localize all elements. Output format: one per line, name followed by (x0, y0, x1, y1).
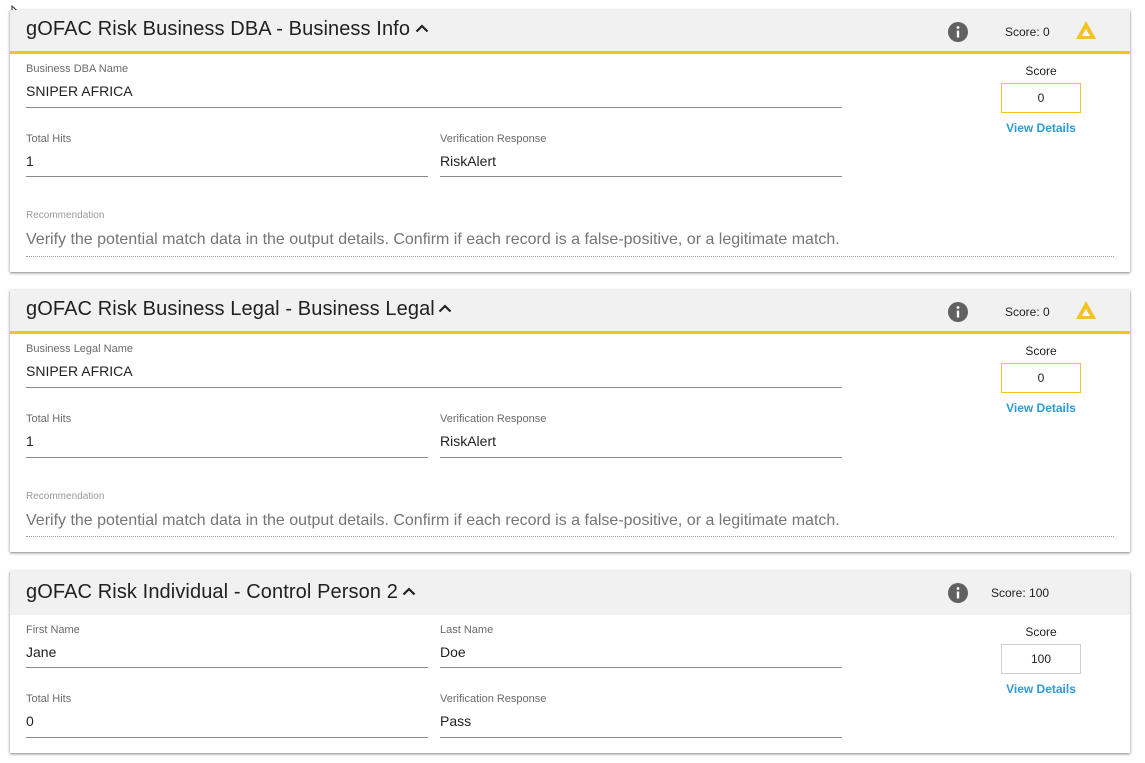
field-label: Verification Response (440, 693, 547, 705)
field-value: Verify the potential match data in the o… (26, 231, 840, 248)
total-hits-field[interactable]: Total Hits 1 (26, 413, 428, 458)
field-underline (26, 457, 428, 458)
field-underline (26, 737, 428, 738)
field-underline (440, 176, 842, 177)
field-value: Doe (440, 644, 466, 660)
card-title: gOFAC Risk Business Legal - Business Leg… (26, 298, 435, 320)
view-details-link[interactable]: View Details (995, 682, 1087, 696)
field-value: Pass (440, 713, 472, 729)
chevron-up-icon[interactable] (434, 298, 456, 320)
last-name-field[interactable]: Last Name Doe (440, 624, 842, 668)
card-header[interactable]: gOFAC Risk Business DBA - Business Info … (10, 10, 1130, 54)
score-label: Score (1025, 625, 1057, 639)
field-value: 1 (26, 433, 34, 449)
field-label: Recommendation (26, 210, 105, 221)
header-score-label: Score: 100 (991, 586, 1050, 600)
card-header[interactable]: gOFAC Risk Individual - Control Person 2… (10, 571, 1130, 615)
view-details-link[interactable]: View Details (995, 121, 1087, 135)
field-underline (26, 536, 1114, 537)
field-label: Total Hits (26, 413, 72, 425)
recommendation-field: Recommendation Verify the potential matc… (26, 491, 1114, 537)
view-details-link[interactable]: View Details (995, 401, 1087, 415)
field-label: Verification Response (440, 413, 547, 425)
card-title: gOFAC Risk Business DBA - Business Info (26, 18, 411, 40)
business-legal-name-field[interactable]: Business Legal Name SNIPER AFRICA (26, 343, 842, 388)
field-value: Verify the potential match data in the o… (26, 512, 840, 529)
business-dba-name-field[interactable]: Business DBA Name SNIPER AFRICA (26, 63, 842, 108)
field-value: RiskAlert (440, 433, 497, 449)
field-underline (26, 107, 842, 108)
first-name-field[interactable]: First Name Jane (26, 624, 428, 668)
field-value: 0 (26, 713, 34, 729)
chevron-up-icon[interactable] (411, 18, 433, 40)
info-icon[interactable] (947, 301, 969, 323)
field-value: 1 (26, 153, 34, 169)
field-label: Business DBA Name (26, 63, 129, 75)
field-label: Total Hits (26, 133, 72, 145)
field-underline (440, 737, 842, 738)
field-underline (26, 667, 428, 668)
field-value: Jane (26, 644, 57, 660)
header-score-label: Score: 0 (1005, 305, 1050, 319)
field-label: Verification Response (440, 133, 547, 145)
field-value: RiskAlert (440, 153, 497, 169)
verification-response-field[interactable]: Verification Response RiskAlert (440, 133, 842, 177)
header-score-label: Score: 0 (1005, 25, 1050, 39)
field-underline (440, 457, 842, 458)
verification-response-field[interactable]: Verification Response Pass (440, 693, 842, 738)
field-label: Total Hits (26, 693, 72, 705)
field-underline (440, 667, 842, 668)
score-label: Score (1025, 64, 1057, 78)
field-label: First Name (26, 624, 80, 636)
field-value: SNIPER AFRICA (26, 83, 133, 99)
card-title: gOFAC Risk Individual - Control Person 2 (26, 581, 398, 603)
total-hits-field[interactable]: Total Hits 0 (26, 693, 428, 738)
score-input[interactable]: 0 (1001, 83, 1081, 113)
ofac-card-business-legal: gOFAC Risk Business Legal - Business Leg… (10, 290, 1130, 552)
field-label: Business Legal Name (26, 343, 134, 355)
field-label: Recommendation (26, 491, 105, 502)
score-input[interactable]: 100 (1001, 644, 1081, 674)
field-underline (26, 256, 1114, 257)
field-value: SNIPER AFRICA (26, 363, 133, 379)
ofac-card-business-dba: gOFAC Risk Business DBA - Business Info … (10, 10, 1130, 272)
verification-response-field[interactable]: Verification Response RiskAlert (440, 413, 842, 458)
info-icon[interactable] (947, 582, 969, 604)
field-underline (26, 387, 842, 388)
ofac-card-control-person: gOFAC Risk Individual - Control Person 2… (10, 571, 1130, 753)
warning-icon (1076, 21, 1096, 39)
score-input[interactable]: 0 (1001, 363, 1081, 393)
warning-icon (1076, 301, 1096, 319)
field-underline (26, 176, 428, 177)
card-header[interactable]: gOFAC Risk Business Legal - Business Leg… (10, 290, 1130, 334)
total-hits-field[interactable]: Total Hits 1 (26, 133, 428, 177)
score-label: Score (1025, 344, 1057, 358)
info-icon[interactable] (947, 21, 969, 43)
chevron-up-icon[interactable] (398, 581, 420, 603)
field-label: Last Name (440, 624, 494, 636)
recommendation-field: Recommendation Verify the potential matc… (26, 210, 1114, 257)
